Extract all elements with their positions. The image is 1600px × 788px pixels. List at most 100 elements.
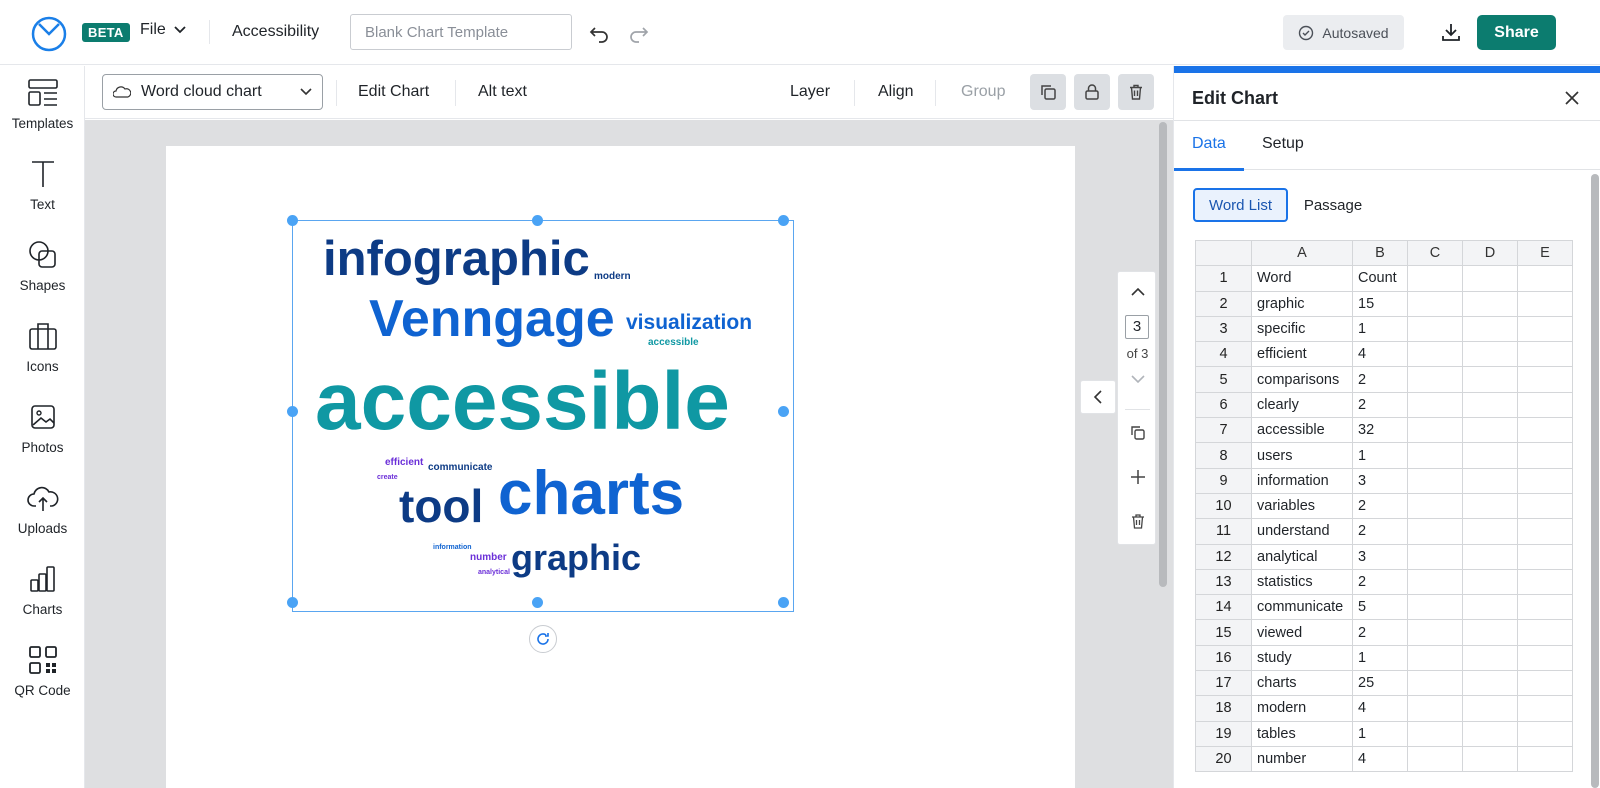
table-cell[interactable]: statistics: [1251, 568, 1353, 596]
row-number[interactable]: 5: [1195, 366, 1252, 393]
redo-icon[interactable]: [628, 22, 650, 44]
table-cell[interactable]: 2: [1352, 568, 1408, 596]
resize-handle[interactable]: [287, 406, 298, 417]
table-cell[interactable]: [1462, 290, 1518, 317]
table-cell[interactable]: [1407, 568, 1463, 596]
table-cell[interactable]: 15: [1352, 290, 1408, 317]
table-cell[interactable]: clearly: [1251, 391, 1353, 419]
corner-cell[interactable]: [1195, 239, 1252, 267]
row-number[interactable]: 20: [1195, 745, 1252, 773]
edit-chart-button[interactable]: Edit Chart: [358, 83, 429, 101]
table-cell[interactable]: [1407, 745, 1463, 773]
column-header[interactable]: B: [1352, 239, 1408, 267]
table-cell[interactable]: [1407, 315, 1463, 343]
row-number[interactable]: 3: [1195, 315, 1252, 343]
table-cell[interactable]: [1407, 391, 1463, 419]
row-number[interactable]: 15: [1195, 619, 1252, 646]
duplicate-button[interactable]: [1030, 74, 1066, 110]
table-cell[interactable]: [1462, 518, 1518, 545]
table-cell[interactable]: 4: [1352, 341, 1408, 368]
table-cell[interactable]: 2: [1352, 366, 1408, 393]
column-header[interactable]: D: [1462, 239, 1518, 267]
table-cell[interactable]: [1462, 619, 1518, 646]
row-number[interactable]: 17: [1195, 670, 1252, 697]
table-cell[interactable]: [1517, 341, 1573, 368]
table-cell[interactable]: [1517, 417, 1573, 444]
table-cell[interactable]: study: [1251, 644, 1353, 672]
row-number[interactable]: 4: [1195, 341, 1252, 368]
close-icon[interactable]: [1562, 88, 1582, 108]
table-cell[interactable]: 3: [1352, 467, 1408, 494]
table-cell[interactable]: [1462, 417, 1518, 444]
table-cell[interactable]: [1407, 695, 1463, 722]
table-cell[interactable]: number: [1251, 745, 1353, 773]
sidebar-item-shapes[interactable]: Shapes: [0, 230, 85, 308]
table-cell[interactable]: specific: [1251, 315, 1353, 343]
row-number[interactable]: 8: [1195, 442, 1252, 469]
table-cell[interactable]: [1517, 670, 1573, 697]
table-cell[interactable]: 4: [1352, 695, 1408, 722]
table-cell[interactable]: [1462, 315, 1518, 343]
table-cell[interactable]: [1407, 644, 1463, 672]
sidebar-item-text[interactable]: Text: [0, 149, 85, 227]
table-cell[interactable]: 25: [1352, 670, 1408, 697]
next-page-button[interactable]: [1118, 365, 1157, 393]
table-cell[interactable]: [1407, 720, 1463, 747]
canvas-scrollbar[interactable]: [1159, 122, 1167, 587]
file-menu[interactable]: File: [140, 21, 186, 39]
row-number[interactable]: 1: [1195, 265, 1252, 292]
table-cell[interactable]: [1462, 644, 1518, 672]
table-cell[interactable]: comparisons: [1251, 366, 1353, 393]
table-cell[interactable]: [1517, 442, 1573, 469]
row-number[interactable]: 2: [1195, 290, 1252, 317]
table-cell[interactable]: [1407, 518, 1463, 545]
table-cell[interactable]: information: [1251, 467, 1353, 494]
sidebar-item-charts[interactable]: Charts: [0, 554, 85, 632]
group-button[interactable]: Group: [961, 83, 1005, 101]
table-cell[interactable]: [1407, 467, 1463, 494]
table-cell[interactable]: accessible: [1251, 417, 1353, 444]
table-cell[interactable]: [1517, 619, 1573, 646]
table-cell[interactable]: [1462, 745, 1518, 773]
table-cell[interactable]: [1462, 492, 1518, 520]
row-number[interactable]: 6: [1195, 391, 1252, 419]
resize-handle[interactable]: [287, 597, 298, 608]
table-cell[interactable]: Count: [1352, 265, 1408, 292]
row-number[interactable]: 18: [1195, 695, 1252, 722]
word-list-toggle[interactable]: Word List: [1193, 188, 1288, 222]
table-cell[interactable]: [1462, 695, 1518, 722]
table-cell[interactable]: [1462, 670, 1518, 697]
table-cell[interactable]: [1462, 568, 1518, 596]
table-cell[interactable]: [1407, 290, 1463, 317]
data-spreadsheet[interactable]: A B C D E 1 Word Count 2 graphic 15 3 specific 1…: [1195, 239, 1573, 773]
delete-page-button[interactable]: [1118, 507, 1157, 535]
duplicate-page-button[interactable]: [1118, 419, 1157, 447]
add-page-button[interactable]: [1118, 463, 1157, 491]
table-cell[interactable]: [1407, 670, 1463, 697]
table-cell[interactable]: [1517, 366, 1573, 393]
row-number[interactable]: 13: [1195, 568, 1252, 596]
table-cell[interactable]: variables: [1251, 492, 1353, 520]
row-number[interactable]: 11: [1195, 518, 1252, 545]
row-number[interactable]: 12: [1195, 543, 1252, 570]
table-cell[interactable]: [1517, 290, 1573, 317]
table-cell[interactable]: 2: [1352, 619, 1408, 646]
table-cell[interactable]: analytical: [1251, 543, 1353, 570]
column-header[interactable]: C: [1407, 239, 1463, 267]
table-cell[interactable]: [1407, 442, 1463, 469]
table-cell[interactable]: 1: [1352, 442, 1408, 469]
table-cell[interactable]: [1462, 467, 1518, 494]
table-cell[interactable]: 2: [1352, 492, 1408, 520]
table-cell[interactable]: 1: [1352, 315, 1408, 343]
table-cell[interactable]: [1462, 594, 1518, 621]
tab-setup[interactable]: Setup: [1262, 135, 1304, 153]
resize-handle[interactable]: [778, 215, 789, 226]
table-cell[interactable]: [1517, 720, 1573, 747]
table-cell[interactable]: [1462, 391, 1518, 419]
table-cell[interactable]: [1407, 492, 1463, 520]
delete-button[interactable]: [1118, 74, 1154, 110]
table-cell[interactable]: [1462, 442, 1518, 469]
sidebar-item-templates[interactable]: Templates: [0, 68, 85, 146]
table-cell[interactable]: [1462, 341, 1518, 368]
layer-button[interactable]: Layer: [790, 83, 830, 101]
